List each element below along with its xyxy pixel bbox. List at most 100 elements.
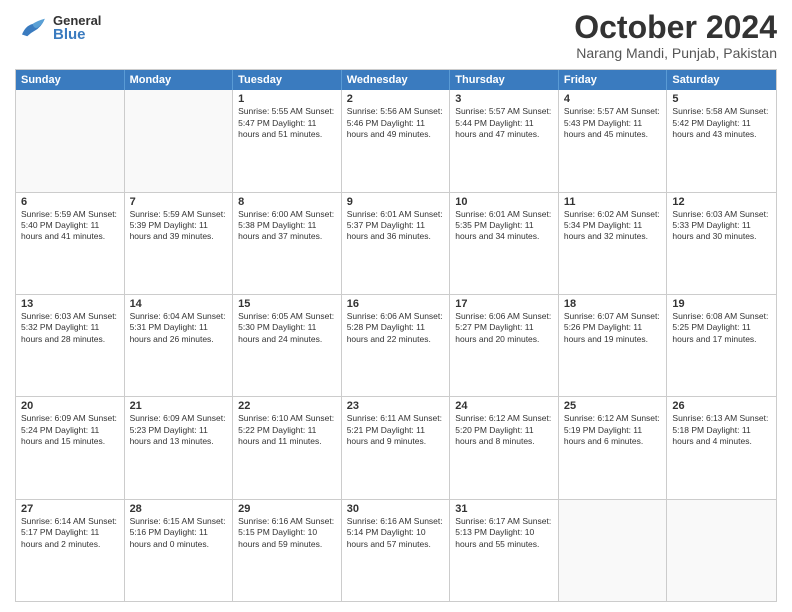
day-info: Sunrise: 6:15 AM Sunset: 5:16 PM Dayligh… [130, 516, 228, 550]
day-info: Sunrise: 6:03 AM Sunset: 5:32 PM Dayligh… [21, 311, 119, 345]
day-number: 14 [130, 298, 228, 310]
day-info: Sunrise: 6:01 AM Sunset: 5:37 PM Dayligh… [347, 209, 445, 243]
cal-cell: 12Sunrise: 6:03 AM Sunset: 5:33 PM Dayli… [667, 193, 776, 294]
cal-cell [667, 500, 776, 601]
day-number: 24 [455, 400, 553, 412]
day-info: Sunrise: 5:55 AM Sunset: 5:47 PM Dayligh… [238, 106, 336, 140]
day-number: 12 [672, 196, 771, 208]
calendar-row-2: 13Sunrise: 6:03 AM Sunset: 5:32 PM Dayli… [16, 294, 776, 396]
day-info: Sunrise: 6:10 AM Sunset: 5:22 PM Dayligh… [238, 413, 336, 447]
day-info: Sunrise: 5:57 AM Sunset: 5:43 PM Dayligh… [564, 106, 662, 140]
day-number: 10 [455, 196, 553, 208]
calendar-row-3: 20Sunrise: 6:09 AM Sunset: 5:24 PM Dayli… [16, 396, 776, 498]
day-info: Sunrise: 6:02 AM Sunset: 5:34 PM Dayligh… [564, 209, 662, 243]
logo-blue: Blue [53, 27, 101, 42]
day-number: 17 [455, 298, 553, 310]
logo-text-block: General Blue [53, 14, 101, 42]
day-info: Sunrise: 6:13 AM Sunset: 5:18 PM Dayligh… [672, 413, 771, 447]
calendar-row-4: 27Sunrise: 6:14 AM Sunset: 5:17 PM Dayli… [16, 499, 776, 601]
cal-cell: 26Sunrise: 6:13 AM Sunset: 5:18 PM Dayli… [667, 397, 776, 498]
cal-cell: 24Sunrise: 6:12 AM Sunset: 5:20 PM Dayli… [450, 397, 559, 498]
day-number: 5 [672, 93, 771, 105]
day-number: 1 [238, 93, 336, 105]
day-info: Sunrise: 6:16 AM Sunset: 5:14 PM Dayligh… [347, 516, 445, 550]
cal-cell: 14Sunrise: 6:04 AM Sunset: 5:31 PM Dayli… [125, 295, 234, 396]
day-number: 29 [238, 503, 336, 515]
calendar: SundayMondayTuesdayWednesdayThursdayFrid… [15, 69, 777, 602]
day-number: 16 [347, 298, 445, 310]
cal-cell [16, 90, 125, 191]
day-number: 30 [347, 503, 445, 515]
day-info: Sunrise: 6:14 AM Sunset: 5:17 PM Dayligh… [21, 516, 119, 550]
subtitle: Narang Mandi, Punjab, Pakistan [574, 45, 777, 61]
logo: General Blue [15, 10, 101, 45]
header-day-thursday: Thursday [450, 70, 559, 90]
calendar-body: 1Sunrise: 5:55 AM Sunset: 5:47 PM Daylig… [16, 90, 776, 601]
header-day-saturday: Saturday [667, 70, 776, 90]
header-day-friday: Friday [559, 70, 668, 90]
logo-general: General [53, 14, 101, 27]
day-info: Sunrise: 6:05 AM Sunset: 5:30 PM Dayligh… [238, 311, 336, 345]
cal-cell: 30Sunrise: 6:16 AM Sunset: 5:14 PM Dayli… [342, 500, 451, 601]
day-number: 25 [564, 400, 662, 412]
day-info: Sunrise: 6:12 AM Sunset: 5:20 PM Dayligh… [455, 413, 553, 447]
day-number: 11 [564, 196, 662, 208]
day-info: Sunrise: 6:03 AM Sunset: 5:33 PM Dayligh… [672, 209, 771, 243]
day-number: 2 [347, 93, 445, 105]
cal-cell: 8Sunrise: 6:00 AM Sunset: 5:38 PM Daylig… [233, 193, 342, 294]
day-info: Sunrise: 6:08 AM Sunset: 5:25 PM Dayligh… [672, 311, 771, 345]
day-info: Sunrise: 6:12 AM Sunset: 5:19 PM Dayligh… [564, 413, 662, 447]
day-info: Sunrise: 6:09 AM Sunset: 5:24 PM Dayligh… [21, 413, 119, 447]
day-number: 21 [130, 400, 228, 412]
day-number: 23 [347, 400, 445, 412]
cal-cell: 7Sunrise: 5:59 AM Sunset: 5:39 PM Daylig… [125, 193, 234, 294]
day-number: 15 [238, 298, 336, 310]
cal-cell: 27Sunrise: 6:14 AM Sunset: 5:17 PM Dayli… [16, 500, 125, 601]
day-info: Sunrise: 6:11 AM Sunset: 5:21 PM Dayligh… [347, 413, 445, 447]
cal-cell: 28Sunrise: 6:15 AM Sunset: 5:16 PM Dayli… [125, 500, 234, 601]
cal-cell: 31Sunrise: 6:17 AM Sunset: 5:13 PM Dayli… [450, 500, 559, 601]
day-number: 31 [455, 503, 553, 515]
month-title: October 2024 [574, 10, 777, 45]
day-info: Sunrise: 6:07 AM Sunset: 5:26 PM Dayligh… [564, 311, 662, 345]
day-info: Sunrise: 5:57 AM Sunset: 5:44 PM Dayligh… [455, 106, 553, 140]
cal-cell: 3Sunrise: 5:57 AM Sunset: 5:44 PM Daylig… [450, 90, 559, 191]
day-number: 3 [455, 93, 553, 105]
day-number: 9 [347, 196, 445, 208]
day-info: Sunrise: 6:16 AM Sunset: 5:15 PM Dayligh… [238, 516, 336, 550]
cal-cell: 20Sunrise: 6:09 AM Sunset: 5:24 PM Dayli… [16, 397, 125, 498]
header: General Blue October 2024 Narang Mandi, … [15, 10, 777, 61]
cal-cell: 29Sunrise: 6:16 AM Sunset: 5:15 PM Dayli… [233, 500, 342, 601]
day-info: Sunrise: 6:06 AM Sunset: 5:27 PM Dayligh… [455, 311, 553, 345]
day-number: 18 [564, 298, 662, 310]
cal-cell: 22Sunrise: 6:10 AM Sunset: 5:22 PM Dayli… [233, 397, 342, 498]
header-day-tuesday: Tuesday [233, 70, 342, 90]
calendar-row-1: 6Sunrise: 5:59 AM Sunset: 5:40 PM Daylig… [16, 192, 776, 294]
title-block: October 2024 Narang Mandi, Punjab, Pakis… [574, 10, 777, 61]
cal-cell: 25Sunrise: 6:12 AM Sunset: 5:19 PM Dayli… [559, 397, 668, 498]
cal-cell: 18Sunrise: 6:07 AM Sunset: 5:26 PM Dayli… [559, 295, 668, 396]
cal-cell: 10Sunrise: 6:01 AM Sunset: 5:35 PM Dayli… [450, 193, 559, 294]
day-info: Sunrise: 6:09 AM Sunset: 5:23 PM Dayligh… [130, 413, 228, 447]
header-day-wednesday: Wednesday [342, 70, 451, 90]
cal-cell: 21Sunrise: 6:09 AM Sunset: 5:23 PM Dayli… [125, 397, 234, 498]
day-info: Sunrise: 6:04 AM Sunset: 5:31 PM Dayligh… [130, 311, 228, 345]
day-number: 4 [564, 93, 662, 105]
day-number: 8 [238, 196, 336, 208]
day-number: 27 [21, 503, 119, 515]
day-info: Sunrise: 5:58 AM Sunset: 5:42 PM Dayligh… [672, 106, 771, 140]
day-number: 7 [130, 196, 228, 208]
cal-cell: 23Sunrise: 6:11 AM Sunset: 5:21 PM Dayli… [342, 397, 451, 498]
cal-cell: 13Sunrise: 6:03 AM Sunset: 5:32 PM Dayli… [16, 295, 125, 396]
cal-cell [125, 90, 234, 191]
cal-cell: 5Sunrise: 5:58 AM Sunset: 5:42 PM Daylig… [667, 90, 776, 191]
day-info: Sunrise: 6:01 AM Sunset: 5:35 PM Dayligh… [455, 209, 553, 243]
day-number: 19 [672, 298, 771, 310]
cal-cell: 11Sunrise: 6:02 AM Sunset: 5:34 PM Dayli… [559, 193, 668, 294]
cal-cell: 16Sunrise: 6:06 AM Sunset: 5:28 PM Dayli… [342, 295, 451, 396]
day-info: Sunrise: 5:59 AM Sunset: 5:40 PM Dayligh… [21, 209, 119, 243]
day-number: 22 [238, 400, 336, 412]
day-number: 26 [672, 400, 771, 412]
header-day-monday: Monday [125, 70, 234, 90]
cal-cell [559, 500, 668, 601]
